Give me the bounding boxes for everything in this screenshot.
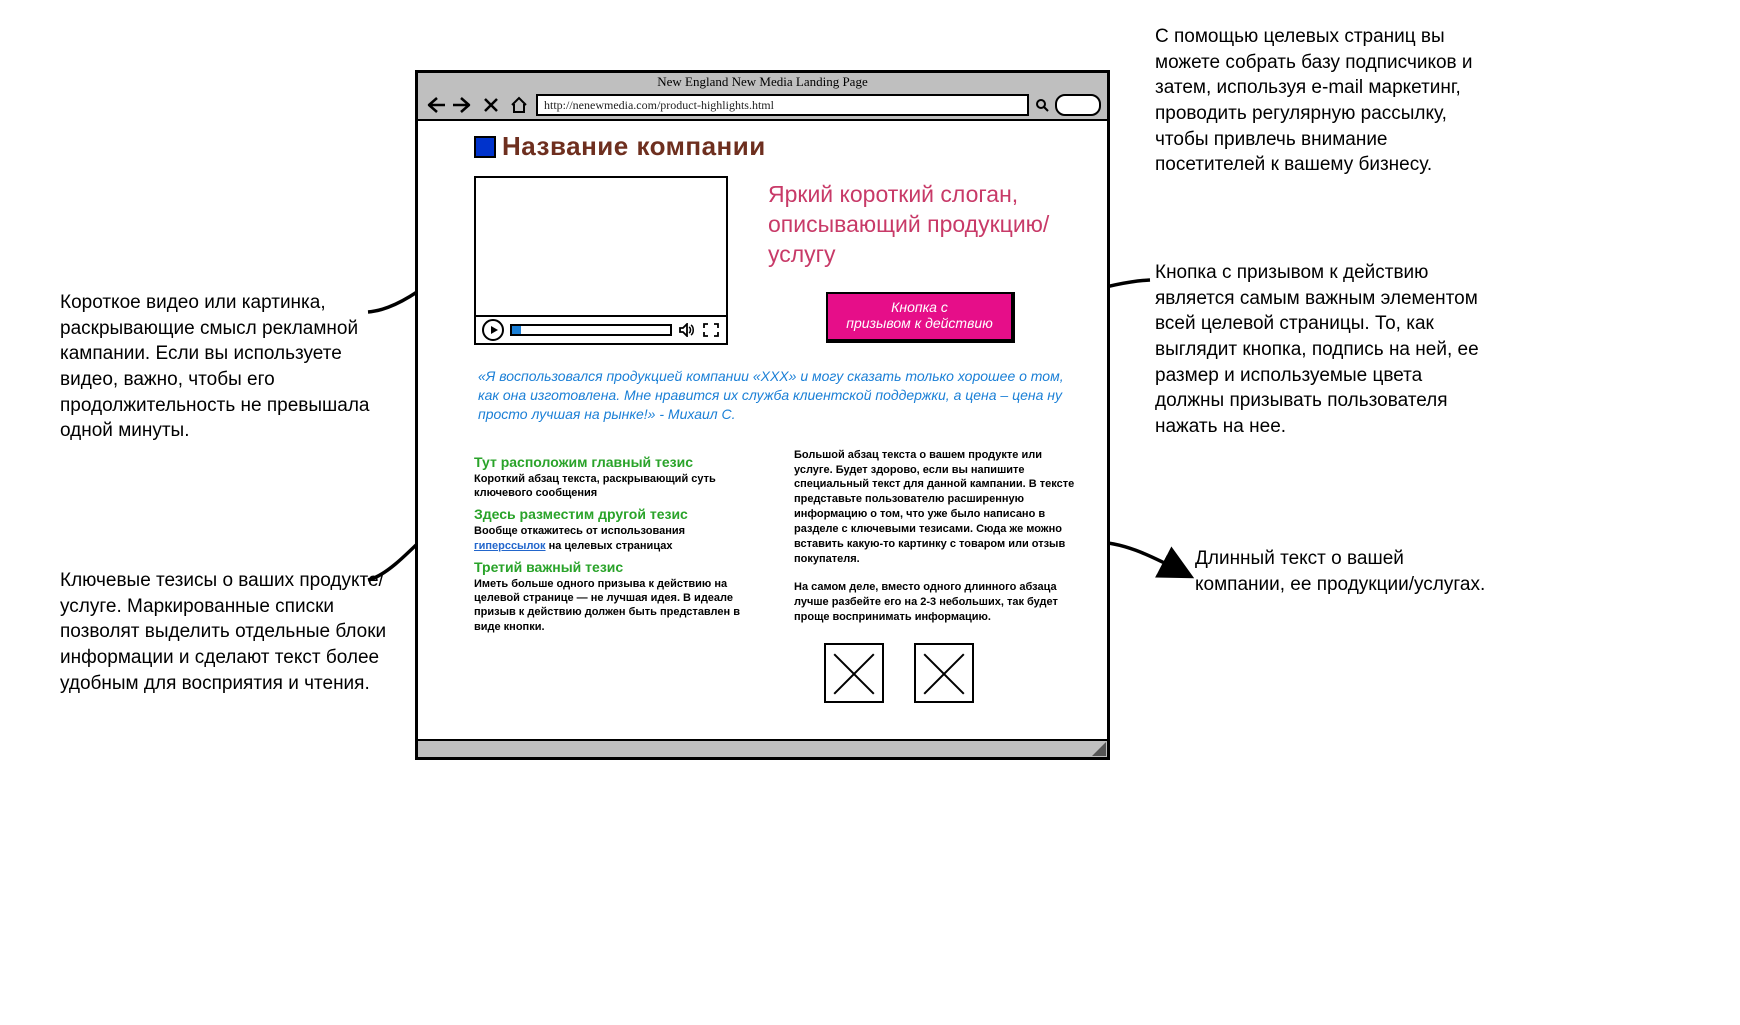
search-icon[interactable] bbox=[1035, 94, 1049, 116]
browser-window: New England New Media Landing Page http:… bbox=[415, 70, 1110, 760]
fullscreen-icon[interactable] bbox=[702, 321, 720, 339]
company-logo bbox=[474, 136, 496, 158]
hyperlink-example[interactable]: гиперссылок bbox=[474, 540, 546, 552]
tezis-1-heading: Тут расположим главный тезис bbox=[474, 454, 754, 470]
video-controls bbox=[476, 315, 726, 343]
resize-handle-icon[interactable] bbox=[1092, 742, 1106, 756]
progress-track[interactable] bbox=[510, 324, 672, 336]
browser-statusbar bbox=[418, 739, 1107, 757]
landing-page: Название компании Яркий короткий слоган,… bbox=[418, 121, 1107, 739]
tezis-2-before: Вообще откажитесь от использования bbox=[474, 525, 685, 537]
home-button[interactable] bbox=[508, 94, 530, 116]
annotation-tezisy: Ключевые тезисы о ваших продукте/услуге.… bbox=[60, 568, 390, 696]
play-button[interactable] bbox=[482, 319, 504, 341]
forward-button[interactable] bbox=[452, 94, 474, 116]
company-name: Название компании bbox=[502, 131, 766, 162]
key-points-column: Тут расположим главный тезис Короткий аб… bbox=[474, 448, 754, 703]
browser-chrome: New England New Media Landing Page http:… bbox=[418, 73, 1107, 121]
hero-slogan: Яркий короткий слоган, описывающий проду… bbox=[768, 176, 1083, 270]
testimonial-quote: «Я воспользовался продукцией компании «X… bbox=[478, 367, 1079, 424]
annotation-longtext: Длинный текст о вашей компании, ее проду… bbox=[1195, 546, 1495, 597]
long-text-column: Большой абзац текста о вашем продукте ил… bbox=[794, 448, 1083, 703]
image-placeholder-1 bbox=[824, 643, 884, 703]
tezis-3-heading: Третий важный тезис bbox=[474, 559, 754, 575]
hero-video[interactable] bbox=[474, 176, 728, 345]
stop-button[interactable] bbox=[480, 94, 502, 116]
tezis-2-after: на целевых страницах bbox=[546, 540, 673, 552]
long-text-p2: На самом деле, вместо одного длинного аб… bbox=[794, 580, 1083, 625]
window-title: New England New Media Landing Page bbox=[418, 73, 1107, 90]
annotation-email-base: С помощью целевых страниц вы можете собр… bbox=[1155, 24, 1475, 178]
annotation-cta: Кнопка с призывом к действию является са… bbox=[1155, 260, 1485, 439]
long-text-p1: Большой абзац текста о вашем продукте ил… bbox=[794, 448, 1083, 567]
search-box[interactable] bbox=[1055, 94, 1101, 116]
annotation-video: Короткое видео или картинка, раскрывающи… bbox=[60, 290, 380, 444]
tezis-2-text: Вообще откажитесь от использования гипер… bbox=[474, 524, 754, 553]
tezis-1-text: Короткий абзац текста, раскрывающий суть… bbox=[474, 472, 754, 501]
image-placeholder-2 bbox=[914, 643, 974, 703]
address-bar[interactable]: http://nenewmedia.com/product-highlights… bbox=[536, 94, 1029, 116]
tezis-3-text: Иметь больше одного призыва к действию н… bbox=[474, 577, 754, 634]
volume-icon[interactable] bbox=[678, 321, 696, 339]
cta-button[interactable]: Кнопка с призывом к действию bbox=[826, 292, 1014, 344]
back-button[interactable] bbox=[424, 94, 446, 116]
tezis-2-heading: Здесь разместим другой тезис bbox=[474, 506, 754, 522]
